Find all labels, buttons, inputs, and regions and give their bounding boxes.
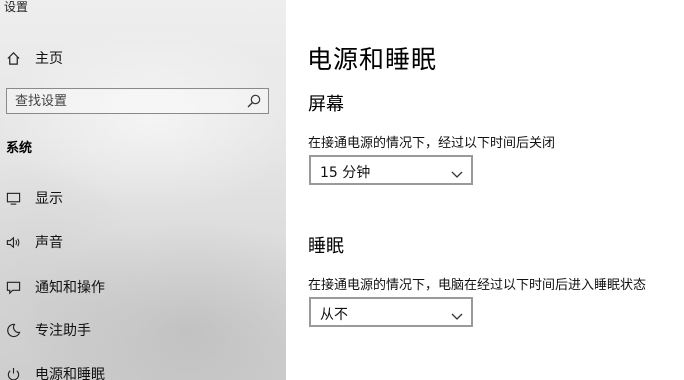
sidebar-item-display[interactable]: 显示	[0, 183, 286, 213]
speaker-icon	[5, 234, 21, 250]
sidebar-item-label: 电源和睡眠	[35, 367, 105, 380]
home-icon	[5, 50, 21, 66]
chevron-down-icon	[451, 307, 463, 320]
sleep-description: 在接通电源的情况下，电脑在经过以下时间后进入睡眠状态	[308, 278, 647, 293]
chevron-down-icon	[451, 165, 463, 178]
sidebar-item-label: 主页	[35, 51, 63, 67]
sleep-heading: 睡眠	[308, 236, 344, 257]
window-title: 设置	[4, 0, 29, 14]
sidebar-item-focus-assist[interactable]: 专注助手	[0, 315, 286, 345]
search-icon[interactable]	[246, 93, 262, 109]
monitor-icon	[5, 190, 21, 206]
section-label-system: 系统	[6, 141, 33, 156]
search-box[interactable]	[6, 88, 269, 114]
search-input[interactable]	[7, 89, 240, 113]
sidebar-item-home[interactable]: 主页	[0, 43, 286, 73]
sidebar-item-notifications[interactable]: 通知和操作	[0, 272, 286, 302]
sidebar-item-label: 声音	[35, 235, 63, 251]
page-title: 电源和睡眠	[307, 45, 438, 74]
sidebar: 设置 主页 系统 显示 声音 通知和操作 专注助手	[0, 0, 286, 380]
screen-description: 在接通电源的情况下，经过以下时间后关闭	[308, 136, 556, 151]
moon-icon	[5, 322, 21, 338]
screen-heading: 屏幕	[308, 94, 344, 115]
sidebar-item-label: 显示	[35, 191, 63, 207]
power-icon	[5, 366, 21, 380]
sleep-timeout-value: 从不	[320, 307, 348, 323]
sidebar-item-label: 专注助手	[35, 323, 91, 339]
screen-timeout-value: 15 分钟	[320, 165, 371, 181]
sidebar-item-label: 通知和操作	[35, 280, 105, 296]
message-icon	[5, 279, 21, 295]
sleep-timeout-dropdown[interactable]: 从不	[309, 297, 473, 327]
main-pane: 电源和睡眠 屏幕 在接通电源的情况下，经过以下时间后关闭 15 分钟 睡眠 在接…	[286, 0, 684, 380]
screen-timeout-dropdown[interactable]: 15 分钟	[309, 155, 473, 185]
sidebar-item-sound[interactable]: 声音	[0, 227, 286, 257]
sidebar-item-power-sleep[interactable]: 电源和睡眠	[0, 359, 286, 380]
